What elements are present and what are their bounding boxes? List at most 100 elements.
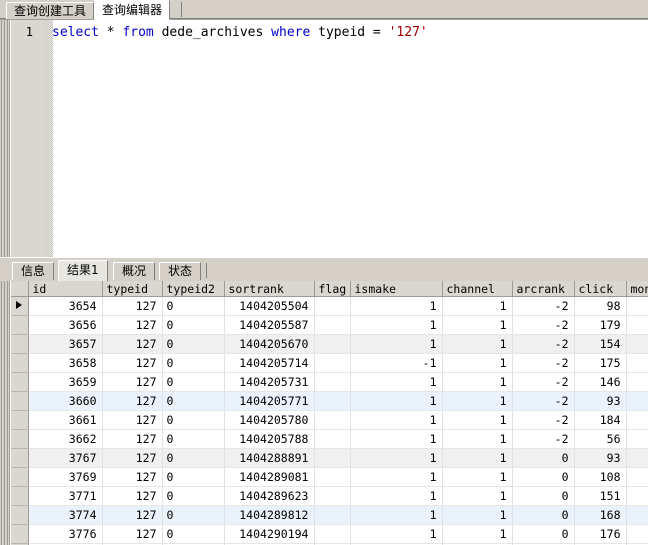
cell-money[interactable] bbox=[626, 353, 648, 373]
cell-click[interactable]: 176 bbox=[574, 524, 627, 544]
cell-arcrank[interactable]: 0 bbox=[512, 486, 575, 506]
table-row[interactable]: 3767 127 0 1404288891 1 1 0 93 bbox=[11, 448, 648, 468]
cell-arcrank[interactable]: -2 bbox=[512, 410, 575, 430]
row-selector-cell[interactable] bbox=[11, 505, 29, 525]
cell-money[interactable] bbox=[626, 486, 648, 506]
column-header-flag[interactable]: flag bbox=[314, 281, 351, 297]
results-table[interactable]: id typeid typeid2 sortrank flag ismake c… bbox=[11, 281, 648, 545]
cell-channel[interactable]: 1 bbox=[442, 410, 513, 430]
cell-sortrank[interactable]: 1404289812 bbox=[224, 505, 315, 525]
cell-typeid2[interactable]: 0 bbox=[162, 448, 225, 468]
tab-query-editor[interactable]: 查询编辑器 bbox=[94, 0, 171, 20]
cell-sortrank[interactable]: 1404205780 bbox=[224, 410, 315, 430]
cell-typeid2[interactable]: 0 bbox=[162, 429, 225, 449]
cell-id[interactable]: 3659 bbox=[28, 372, 103, 392]
cell-flag[interactable] bbox=[314, 448, 351, 468]
cell-typeid[interactable]: 127 bbox=[102, 410, 163, 430]
cell-money[interactable] bbox=[626, 315, 648, 335]
cell-ismake[interactable]: 1 bbox=[350, 467, 443, 487]
cell-arcrank[interactable]: -2 bbox=[512, 429, 575, 449]
cell-typeid2[interactable]: 0 bbox=[162, 372, 225, 392]
cell-sortrank[interactable]: 1404205731 bbox=[224, 372, 315, 392]
cell-typeid[interactable]: 127 bbox=[102, 296, 163, 316]
cell-channel[interactable]: 1 bbox=[442, 524, 513, 544]
cell-arcrank[interactable]: 0 bbox=[512, 524, 575, 544]
cell-money[interactable] bbox=[626, 429, 648, 449]
cell-flag[interactable] bbox=[314, 296, 351, 316]
cell-money[interactable] bbox=[626, 524, 648, 544]
cell-id[interactable]: 3657 bbox=[28, 334, 103, 354]
cell-channel[interactable]: 1 bbox=[442, 315, 513, 335]
cell-id[interactable]: 3767 bbox=[28, 448, 103, 468]
cell-id[interactable]: 3662 bbox=[28, 429, 103, 449]
cell-money[interactable] bbox=[626, 391, 648, 411]
cell-channel[interactable]: 1 bbox=[442, 429, 513, 449]
table-row[interactable]: 3660 127 0 1404205771 1 1 -2 93 bbox=[11, 391, 648, 411]
table-row[interactable]: 3776 127 0 1404290194 1 1 0 176 bbox=[11, 524, 648, 544]
tab-status[interactable]: 状态 bbox=[159, 262, 202, 280]
cell-id[interactable]: 3660 bbox=[28, 391, 103, 411]
cell-typeid[interactable]: 127 bbox=[102, 505, 163, 525]
cell-typeid2[interactable]: 0 bbox=[162, 391, 225, 411]
row-selector-cell[interactable] bbox=[11, 467, 29, 487]
row-selector-cell[interactable] bbox=[11, 315, 29, 335]
cell-typeid2[interactable]: 0 bbox=[162, 296, 225, 316]
cell-typeid[interactable]: 127 bbox=[102, 315, 163, 335]
cell-ismake[interactable]: 1 bbox=[350, 429, 443, 449]
cell-sortrank[interactable]: 1404289623 bbox=[224, 486, 315, 506]
cell-channel[interactable]: 1 bbox=[442, 448, 513, 468]
cell-typeid[interactable]: 127 bbox=[102, 372, 163, 392]
cell-arcrank[interactable]: -2 bbox=[512, 391, 575, 411]
row-selector-cell[interactable] bbox=[11, 429, 29, 449]
column-header-click[interactable]: click bbox=[574, 281, 627, 297]
cell-ismake[interactable]: 1 bbox=[350, 524, 443, 544]
sql-code-text[interactable]: select * from dede_archives where typeid… bbox=[52, 25, 647, 40]
table-row[interactable]: 3662 127 0 1404205788 1 1 -2 56 bbox=[11, 429, 648, 449]
cell-sortrank[interactable]: 1404205504 bbox=[224, 296, 315, 316]
cell-sortrank[interactable]: 1404289081 bbox=[224, 467, 315, 487]
column-header-arcrank[interactable]: arcrank bbox=[512, 281, 575, 297]
cell-click[interactable]: 175 bbox=[574, 353, 627, 373]
tab-query-builder[interactable]: 查询创建工具 bbox=[6, 2, 95, 19]
row-selector-cell[interactable] bbox=[11, 334, 29, 354]
cell-money[interactable] bbox=[626, 296, 648, 316]
cell-id[interactable]: 3776 bbox=[28, 524, 103, 544]
cell-id[interactable]: 3656 bbox=[28, 315, 103, 335]
table-row[interactable]: 3657 127 0 1404205670 1 1 -2 154 bbox=[11, 334, 648, 354]
cell-typeid2[interactable]: 0 bbox=[162, 524, 225, 544]
column-header-typeid2[interactable]: typeid2 bbox=[162, 281, 225, 297]
cell-flag[interactable] bbox=[314, 372, 351, 392]
cell-ismake[interactable]: 1 bbox=[350, 486, 443, 506]
cell-channel[interactable]: 1 bbox=[442, 486, 513, 506]
cell-arcrank[interactable]: -2 bbox=[512, 334, 575, 354]
cell-flag[interactable] bbox=[314, 353, 351, 373]
tab-info[interactable]: 信息 bbox=[12, 262, 55, 280]
cell-money[interactable] bbox=[626, 467, 648, 487]
cell-click[interactable]: 98 bbox=[574, 296, 627, 316]
table-row[interactable]: 3774 127 0 1404289812 1 1 0 168 bbox=[11, 505, 648, 525]
cell-typeid2[interactable]: 0 bbox=[162, 467, 225, 487]
cell-id[interactable]: 3658 bbox=[28, 353, 103, 373]
cell-money[interactable] bbox=[626, 410, 648, 430]
column-header-id[interactable]: id bbox=[28, 281, 103, 297]
cell-typeid2[interactable]: 0 bbox=[162, 410, 225, 430]
cell-flag[interactable] bbox=[314, 429, 351, 449]
cell-flag[interactable] bbox=[314, 315, 351, 335]
cell-id[interactable]: 3661 bbox=[28, 410, 103, 430]
sql-editor-panel[interactable]: 1 select * from dede_archives where type… bbox=[0, 19, 648, 257]
cell-ismake[interactable]: 1 bbox=[350, 448, 443, 468]
cell-channel[interactable]: 1 bbox=[442, 391, 513, 411]
cell-typeid[interactable]: 127 bbox=[102, 353, 163, 373]
cell-click[interactable]: 93 bbox=[574, 391, 627, 411]
cell-typeid2[interactable]: 0 bbox=[162, 353, 225, 373]
table-row[interactable]: 3659 127 0 1404205731 1 1 -2 146 bbox=[11, 372, 648, 392]
cell-ismake[interactable]: 1 bbox=[350, 372, 443, 392]
cell-channel[interactable]: 1 bbox=[442, 505, 513, 525]
row-selector-cell[interactable] bbox=[11, 372, 29, 392]
cell-click[interactable]: 56 bbox=[574, 429, 627, 449]
cell-typeid[interactable]: 127 bbox=[102, 391, 163, 411]
cell-click[interactable]: 168 bbox=[574, 505, 627, 525]
column-header-channel[interactable]: channel bbox=[442, 281, 513, 297]
cell-typeid2[interactable]: 0 bbox=[162, 315, 225, 335]
cell-arcrank[interactable]: -2 bbox=[512, 315, 575, 335]
